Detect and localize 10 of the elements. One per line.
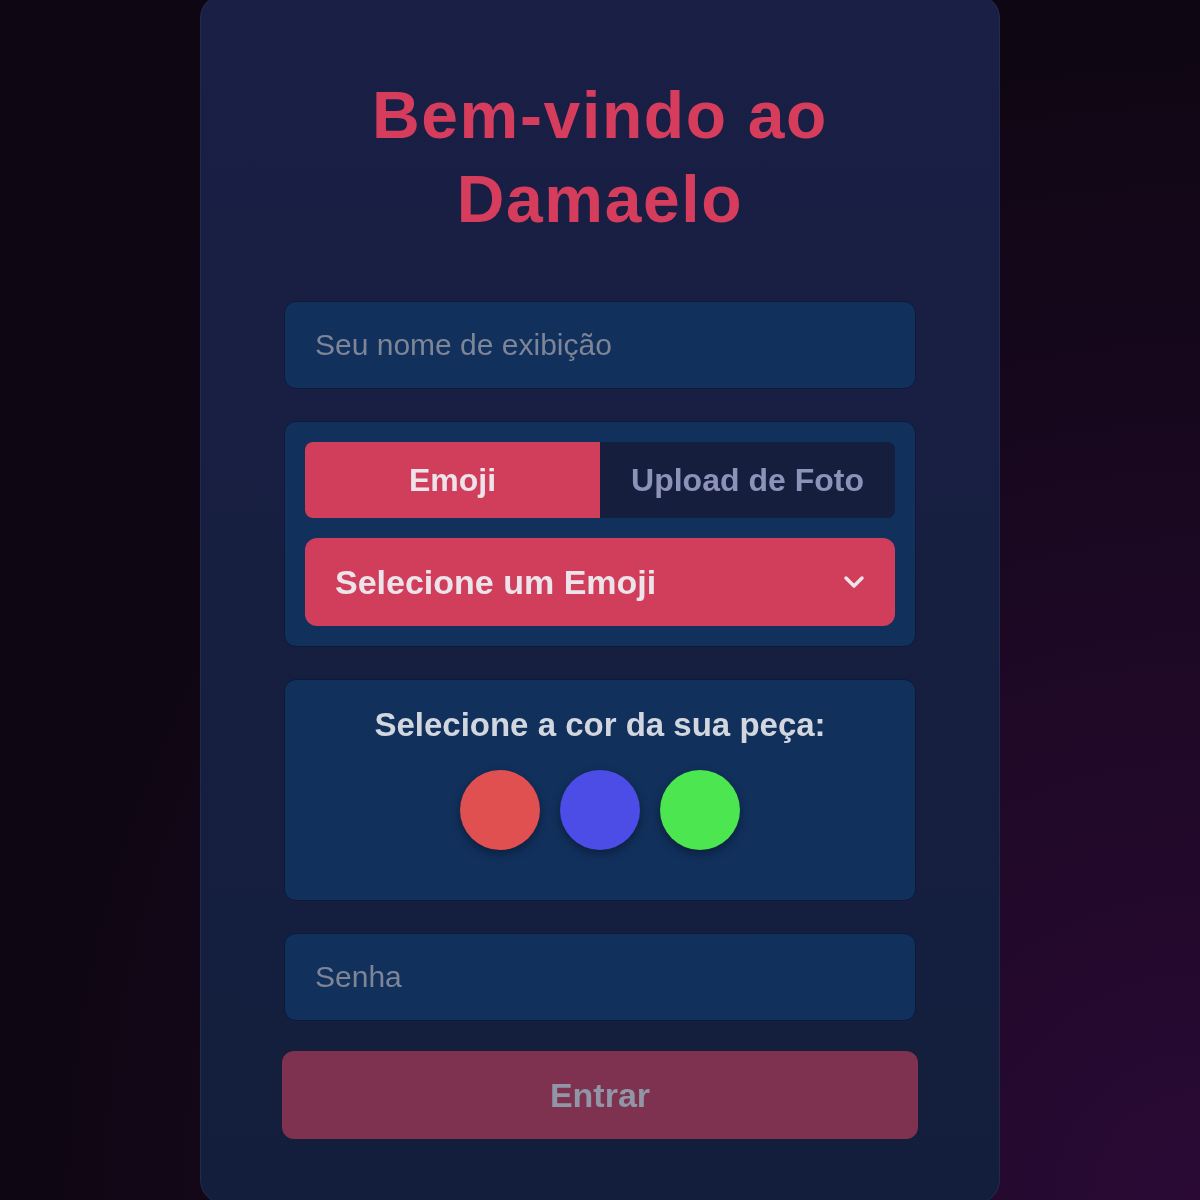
- color-swatch[interactable]: [460, 769, 540, 850]
- color-label: Selecione a cor da sua peça:: [374, 705, 826, 745]
- welcome-title: Bem-vindo ao Damaelo: [370, 77, 830, 238]
- password-input-field[interactable]: Senha: [284, 933, 916, 1021]
- name-input-field[interactable]: Seu nome de exibição: [284, 301, 916, 389]
- avatar-tab[interactable]: Emoji: [305, 442, 600, 518]
- color-swatch[interactable]: [660, 769, 740, 850]
- color-swatch[interactable]: [560, 769, 640, 850]
- emoji-select[interactable]: Selecione um Emoji: [305, 538, 895, 626]
- chevron-down-icon: [843, 575, 865, 589]
